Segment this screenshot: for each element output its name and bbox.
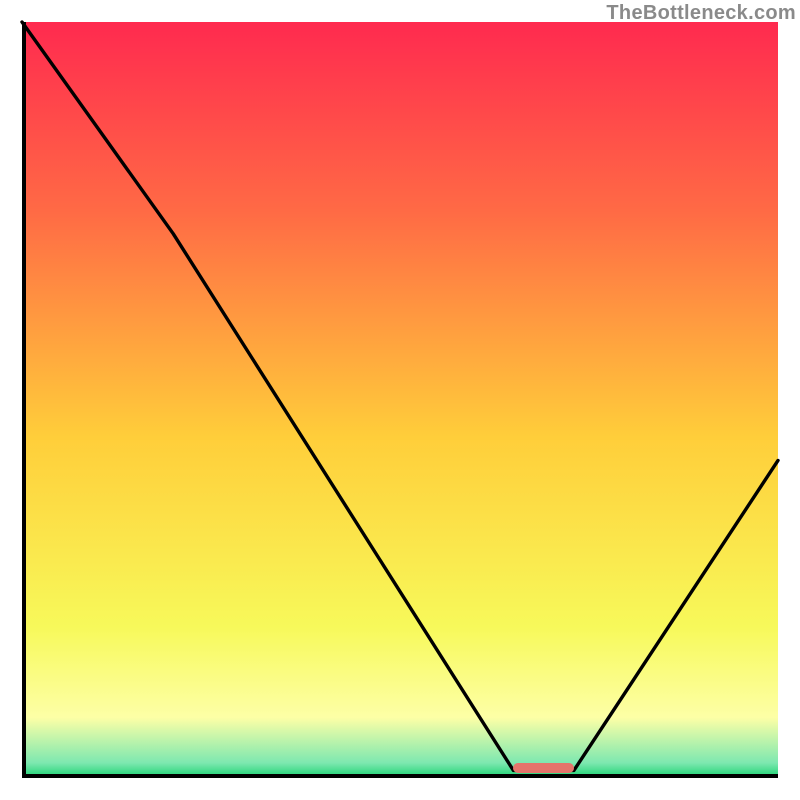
y-axis xyxy=(22,22,26,778)
chart-plot-area xyxy=(22,22,778,778)
optimal-range-marker xyxy=(513,763,573,773)
chart-curve xyxy=(22,22,778,778)
x-axis xyxy=(22,774,778,778)
